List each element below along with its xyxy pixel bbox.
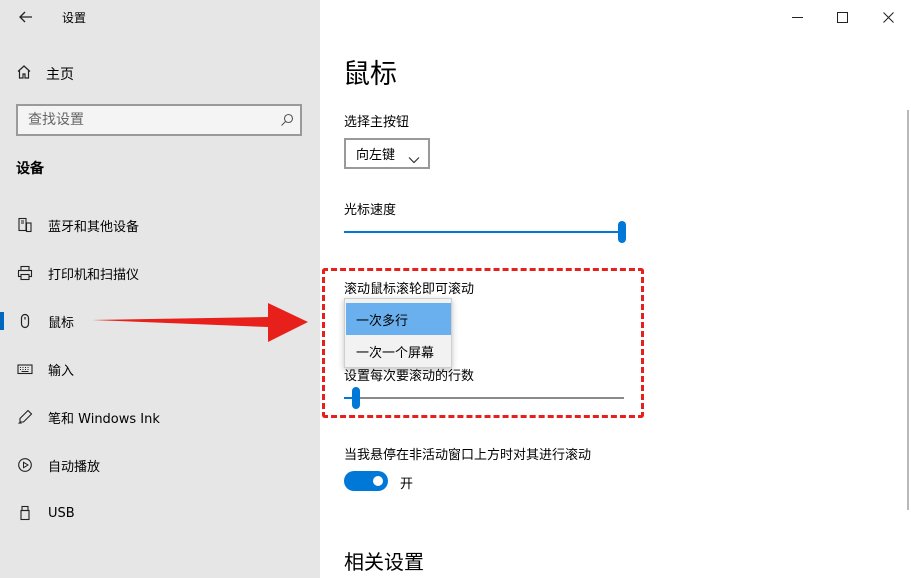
sidebar-item-printers[interactable]: 打印机和扫描仪 [0,256,320,290]
slider-fill [344,231,622,233]
minimize-button[interactable] [783,4,811,30]
primary-button-value: 向左键 [356,148,396,163]
dropdown-option-multiple-lines[interactable]: 一次多行 [346,303,451,335]
inactive-scroll-label: 当我悬停在非活动窗口上方时对其进行滚动 [344,448,592,463]
inactive-scroll-toggle[interactable] [344,471,388,491]
bluetooth-devices-icon [17,217,33,233]
page-title: 鼠标 [343,59,397,90]
chevron-down-icon [408,149,420,168]
usb-icon [17,505,33,521]
sidebar-item-usb[interactable]: USB [0,496,320,530]
back-arrow-icon[interactable] [12,6,40,28]
close-icon [882,8,894,27]
slider-track [344,397,624,399]
scroll-mode-dropdown[interactable]: 一次多行 一次一个屏幕 [344,298,452,368]
home-label: 主页 [46,67,74,83]
toggle-knob [373,476,383,486]
app-title: 设置 [62,11,87,25]
maximize-button[interactable] [828,4,856,30]
section-title: 设备 [16,161,44,177]
sidebar-item-typing[interactable]: 输入 [0,352,320,386]
autoplay-icon [17,457,33,473]
sidebar-item-bluetooth[interactable]: 蓝牙和其他设备 [0,208,320,242]
sidebar-item-autoplay[interactable]: 自动播放 [0,448,320,482]
search-box[interactable] [16,104,302,136]
home-icon [16,64,32,84]
slider-thumb[interactable] [352,387,360,409]
primary-button-select[interactable]: 向左键 [344,138,430,169]
printer-icon [17,265,33,281]
cursor-speed-slider[interactable] [344,221,626,243]
toggle-state-label: 开 [400,477,414,492]
sidebar-item-label: 输入 [48,363,75,379]
sidebar-item-label: USB [48,505,75,521]
sidebar: 设置 主页 设备 蓝牙和其他设备 打印机和扫描仪 鼠标 输入 [0,0,320,578]
minimize-icon [791,8,803,27]
sidebar-item-label: 鼠标 [48,315,75,331]
sidebar-item-label: 自动播放 [48,459,101,475]
sidebar-item-label: 蓝牙和其他设备 [48,219,140,235]
scrollbar[interactable] [907,110,909,510]
primary-button-label: 选择主按钮 [344,115,410,130]
mouse-icon [17,313,33,329]
related-settings-title: 相关设置 [344,550,424,574]
maximize-icon [836,8,848,27]
scroll-mode-label: 滚动鼠标滚轮即可滚动 [344,282,475,297]
home-link[interactable]: 主页 [16,64,74,84]
scroll-lines-slider[interactable] [344,387,624,409]
sidebar-item-label: 笔和 Windows Ink [48,411,160,427]
slider-thumb[interactable] [618,221,626,243]
sidebar-item-mouse[interactable]: 鼠标 [0,304,320,338]
search-input[interactable] [18,106,300,134]
pen-icon [17,409,33,425]
close-button[interactable] [874,4,902,30]
keyboard-icon [17,361,33,377]
search-icon[interactable] [280,112,294,131]
sidebar-item-label: 打印机和扫描仪 [48,267,140,283]
sidebar-item-pen[interactable]: 笔和 Windows Ink [0,400,320,434]
cursor-speed-label: 光标速度 [344,203,397,218]
dropdown-option-one-screen[interactable]: 一次一个屏幕 [346,335,451,367]
